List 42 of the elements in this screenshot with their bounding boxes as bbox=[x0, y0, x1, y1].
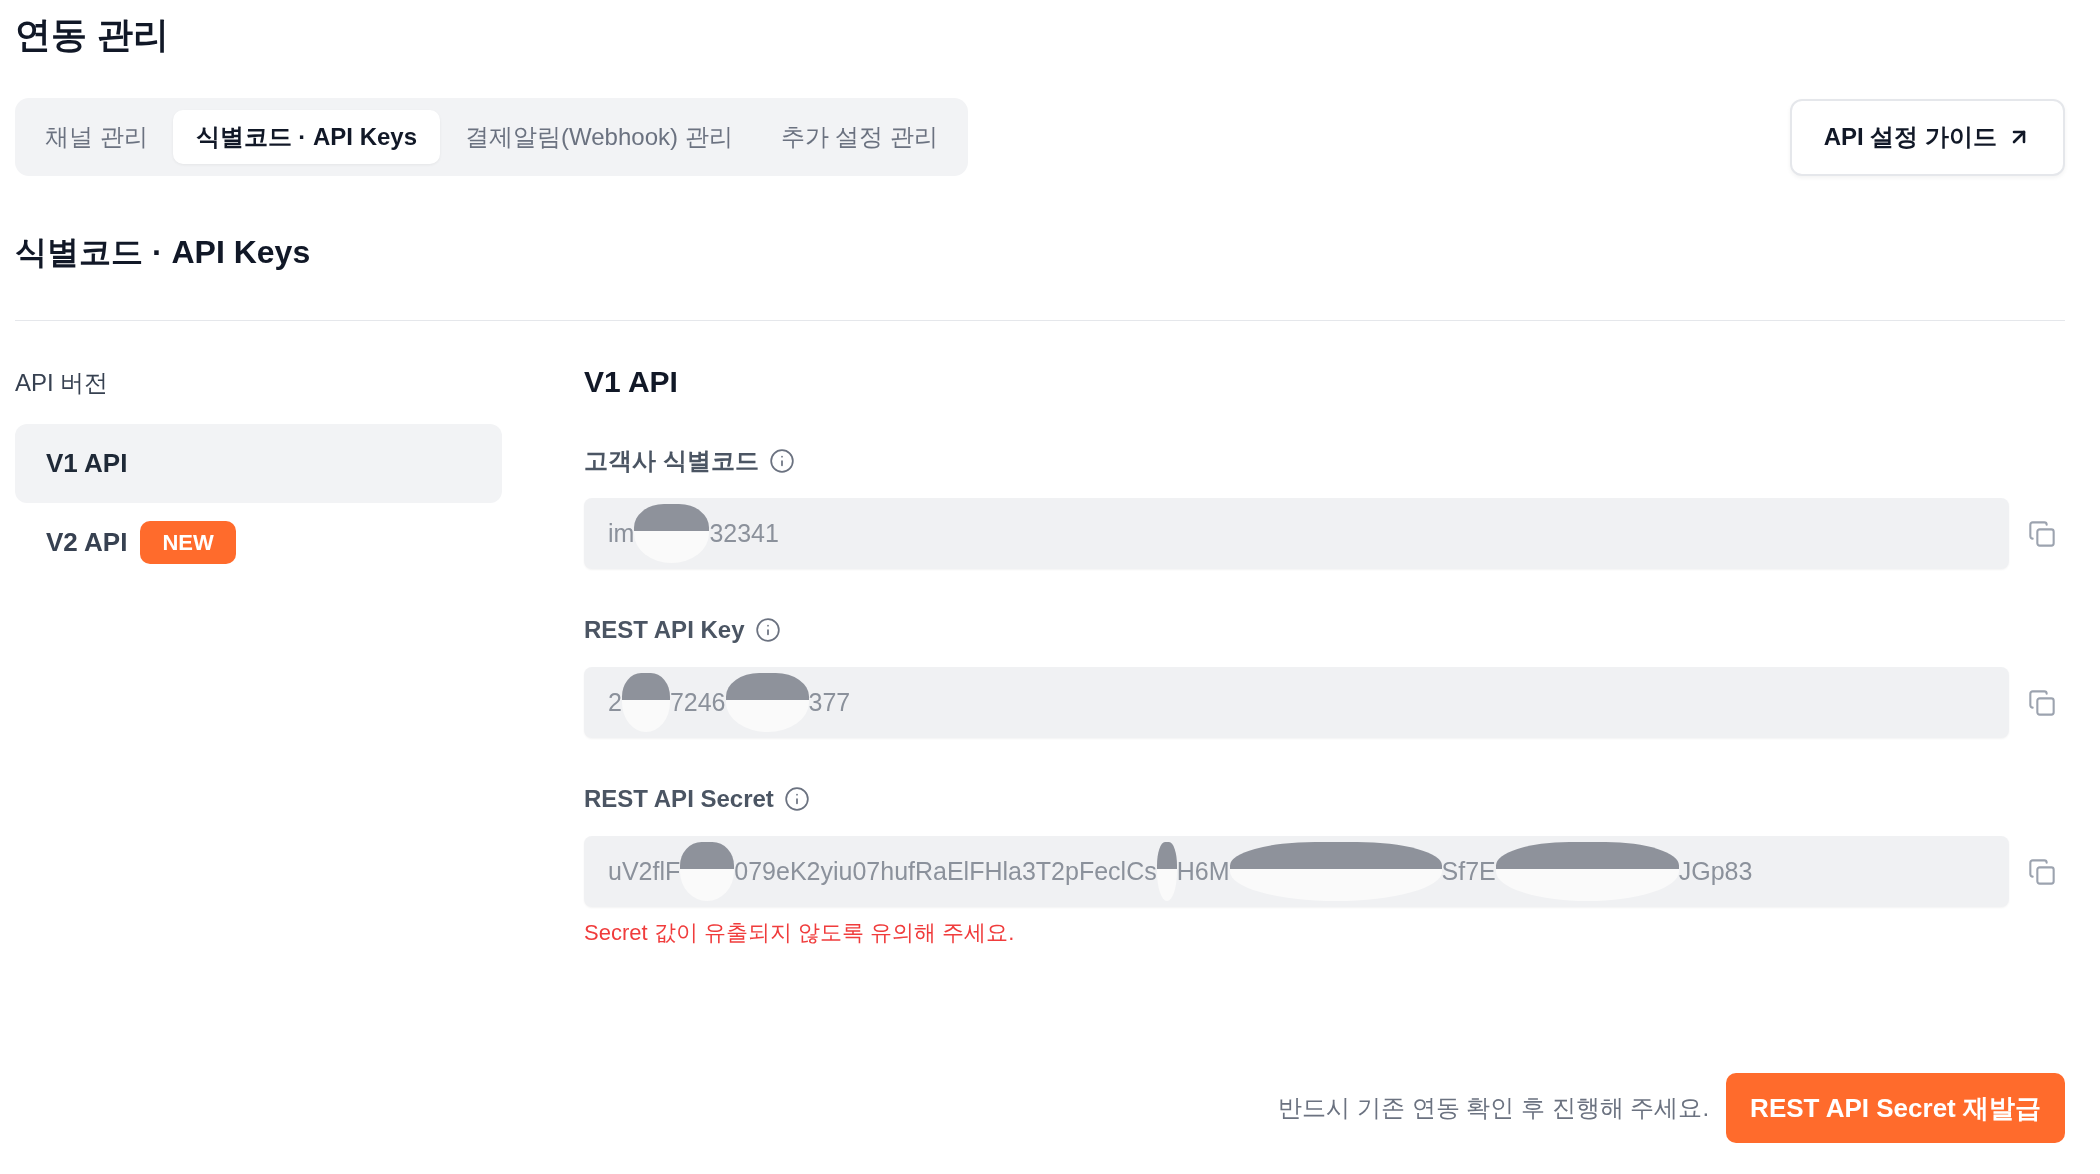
copy-icon[interactable] bbox=[2028, 688, 2056, 717]
new-badge: NEW bbox=[140, 521, 236, 564]
readonly-field[interactable]: im 32341 bbox=[584, 498, 2009, 569]
tab[interactable]: 추가 설정 관리 bbox=[757, 110, 961, 164]
copy-icon[interactable] bbox=[2028, 519, 2056, 548]
info-icon[interactable] bbox=[768, 448, 795, 474]
field-value-text: 377 bbox=[808, 688, 851, 717]
copy-icon[interactable] bbox=[2028, 857, 2056, 886]
page-title: 연동 관리 bbox=[15, 13, 169, 57]
redaction-block bbox=[1156, 842, 1177, 901]
field-value-text: im bbox=[608, 519, 635, 548]
tab[interactable]: 채널 관리 bbox=[22, 110, 171, 164]
field-label: REST API Secret bbox=[584, 784, 774, 814]
redaction-block bbox=[680, 842, 735, 901]
field-value-text: 7246 bbox=[669, 688, 726, 717]
field-value-text: uV2flF bbox=[608, 857, 681, 886]
section-title: 식별코드 · API Keys bbox=[15, 233, 311, 272]
field-label: 고객사 식별코드 bbox=[584, 446, 759, 476]
reissue-button[interactable]: REST API Secret 재발급 bbox=[1726, 1073, 2065, 1143]
field-value-text: 079eK2yiu07hufRaElFHla3T2pFeclCs bbox=[734, 857, 1157, 886]
info-icon[interactable] bbox=[783, 786, 810, 812]
field-value-text: 2 bbox=[608, 688, 622, 717]
guide-button[interactable]: API 설정 가이드 bbox=[1789, 98, 2065, 176]
tab[interactable]: 식별코드 · API Keys bbox=[172, 110, 441, 164]
notice-text: 반드시 기존 연동 확인 후 진행해 주세요. bbox=[1278, 1093, 1710, 1123]
readonly-field[interactable]: uV2flF 079eK2yiu07hufRaElFHla3T2pFeclCs H6M Sf7E JGp83 bbox=[584, 836, 2009, 907]
field-value-text: Sf7E bbox=[1441, 857, 1496, 886]
redaction-block bbox=[621, 673, 670, 732]
sidebar-item[interactable]: V1 API bbox=[15, 424, 502, 503]
sidebar-item[interactable]: V2 API NEW bbox=[15, 503, 502, 582]
sidebar-item-label: V1 API bbox=[46, 448, 128, 479]
field-value-text: H6M bbox=[1176, 857, 1230, 886]
panel-title: V1 API bbox=[584, 364, 678, 400]
warning-text: Secret 값이 유출되지 않도록 유의해 주세요. bbox=[584, 919, 1015, 947]
info-icon[interactable] bbox=[754, 617, 781, 643]
sidebar-title: API 버전 bbox=[15, 368, 109, 398]
readonly-field[interactable]: 2 7246 377 bbox=[584, 667, 2009, 738]
tab[interactable]: 결제알림(Webhook) 관리 bbox=[442, 110, 756, 164]
field-label: REST API Key bbox=[584, 615, 745, 645]
sidebar-item-label: V2 API bbox=[46, 527, 128, 558]
field-value-text: 32341 bbox=[709, 519, 779, 548]
field-value-text: JGp83 bbox=[1678, 857, 1753, 886]
